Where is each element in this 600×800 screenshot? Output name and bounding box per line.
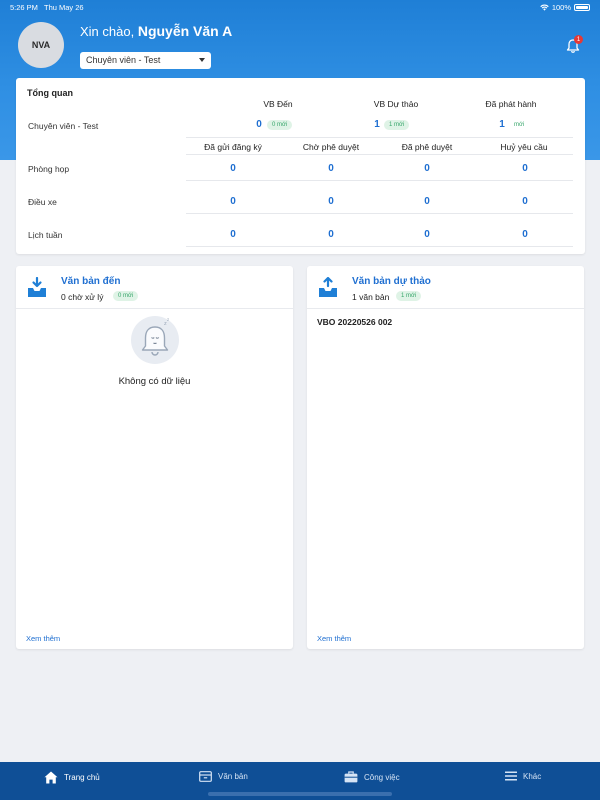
value-phong-hop-da-duyet[interactable]: 0 (420, 163, 434, 174)
draft-card-summary: 1 văn bản (352, 292, 390, 302)
wifi-icon (540, 4, 549, 11)
col-head-cho-phe-duyet: Chờ phê duyệt (302, 142, 360, 152)
tab-khac[interactable]: Khác (505, 771, 541, 781)
divider (186, 213, 573, 214)
overview-role-label: Chuyên viên - Test (28, 121, 99, 131)
user-name: Nguyễn Văn A (137, 23, 233, 39)
chip-vb-den: 0 mới (267, 120, 293, 130)
draft-documents-card: Văn bản dự thảo 1 văn bản 1 mới VBO 2022… (307, 266, 584, 649)
col-head-vb-du-thao: VB Dự thảo (373, 99, 419, 109)
greeting: Xin chào, Nguyễn Văn A (80, 23, 232, 39)
incoming-see-more-link[interactable]: Xem thêm (26, 634, 60, 643)
divider (186, 154, 573, 155)
list-item[interactable]: VBO 20220526 002 (317, 317, 392, 327)
status-indicators: 100% (540, 3, 590, 12)
incoming-card-summary: 0 chờ xử lý (61, 292, 104, 302)
avatar-initials: NVA (31, 40, 51, 50)
role-select-value: Chuyên viên - Test (86, 55, 161, 65)
battery-percent: 100% (551, 3, 571, 12)
greeting-prefix: Xin chào, (80, 24, 138, 39)
incoming-card-chip: 0 mới (113, 291, 139, 301)
divider (16, 308, 293, 309)
divider (307, 308, 584, 309)
chevron-down-icon (199, 58, 205, 62)
incoming-documents-card: Văn bản đến 0 chờ xử lý 0 mới z z Không … (16, 266, 293, 649)
overview-title: Tổng quan (27, 88, 73, 98)
draft-card-chip: 1 mới (396, 291, 422, 301)
inbox-download-icon (28, 277, 46, 297)
count-vb-du-thao[interactable]: 1 (370, 119, 384, 130)
row-label-dieu-xe: Điều xe (28, 197, 57, 207)
value-lich-tuan-cho-duyet[interactable]: 0 (324, 229, 338, 240)
count-da-phat-hanh[interactable]: 1 (495, 119, 509, 130)
draft-card-title[interactable]: Văn bản dự thảo (352, 276, 431, 287)
svg-text:z: z (167, 317, 169, 322)
avatar[interactable]: NVA (18, 22, 64, 68)
value-dieu-xe-da-gui[interactable]: 0 (226, 196, 240, 207)
status-time: 5:26 PM (10, 3, 38, 12)
value-dieu-xe-cho-duyet[interactable]: 0 (324, 196, 338, 207)
value-lich-tuan-da-duyet[interactable]: 0 (420, 229, 434, 240)
tab-label: Khác (523, 771, 542, 781)
col-head-huy-yeu-cau: Huỷ yêu cầu (500, 142, 548, 152)
tab-label: Văn bản (218, 772, 248, 781)
briefcase-icon (344, 771, 358, 783)
incoming-card-title[interactable]: Văn bản đến (61, 276, 120, 287)
value-dieu-xe-da-duyet[interactable]: 0 (420, 196, 434, 207)
tab-trang-chu[interactable]: Trang chủ (44, 771, 100, 784)
value-lich-tuan-huy[interactable]: 0 (518, 229, 532, 240)
status-date: Thu May 26 (44, 3, 84, 12)
chip-vb-du-thao: 1 mới (384, 120, 410, 130)
col-head-da-phe-duyet: Đã phê duyệt (401, 142, 453, 152)
overview-card: Tổng quan VB Đến VB Dự thảo Đã phát hành… (16, 78, 585, 254)
outbox-upload-icon (319, 277, 337, 297)
value-phong-hop-da-gui[interactable]: 0 (226, 163, 240, 174)
role-select[interactable]: Chuyên viên - Test (80, 52, 211, 69)
tab-label: Trang chủ (64, 773, 100, 782)
value-dieu-xe-huy[interactable]: 0 (518, 196, 532, 207)
row-label-lich-tuan: Lịch tuần (28, 230, 63, 240)
battery-icon (574, 4, 590, 11)
tab-label: Công việc (364, 772, 400, 782)
document-icon (199, 771, 212, 782)
empty-state-text: Không có dữ liệu (118, 376, 191, 387)
value-lich-tuan-da-gui[interactable]: 0 (226, 229, 240, 240)
divider (186, 246, 573, 247)
empty-state-bell-icon: z z (131, 316, 179, 364)
divider (186, 180, 573, 181)
divider (186, 137, 573, 138)
tab-van-ban[interactable]: Văn bản (199, 771, 248, 782)
col-head-da-phat-hanh: Đã phát hành (485, 99, 537, 109)
count-vb-den[interactable]: 0 (252, 119, 266, 130)
notification-badge: 1 (574, 35, 583, 44)
tab-cong-viec[interactable]: Công việc (344, 771, 400, 783)
chip-da-phat-hanh: mới (514, 122, 525, 128)
row-label-phong-hop: Phòng họp (28, 164, 70, 174)
col-head-vb-den: VB Đến (263, 99, 293, 109)
col-head-da-gui-dang-ky: Đã gửi đăng ký (204, 142, 262, 152)
value-phong-hop-cho-duyet[interactable]: 0 (324, 163, 338, 174)
value-phong-hop-huy[interactable]: 0 (518, 163, 532, 174)
home-indicator (208, 792, 392, 796)
home-icon (44, 771, 58, 784)
status-bar: 5:26 PM Thu May 26 100% (0, 0, 600, 14)
draft-see-more-link[interactable]: Xem thêm (317, 634, 351, 643)
menu-icon (505, 771, 517, 781)
